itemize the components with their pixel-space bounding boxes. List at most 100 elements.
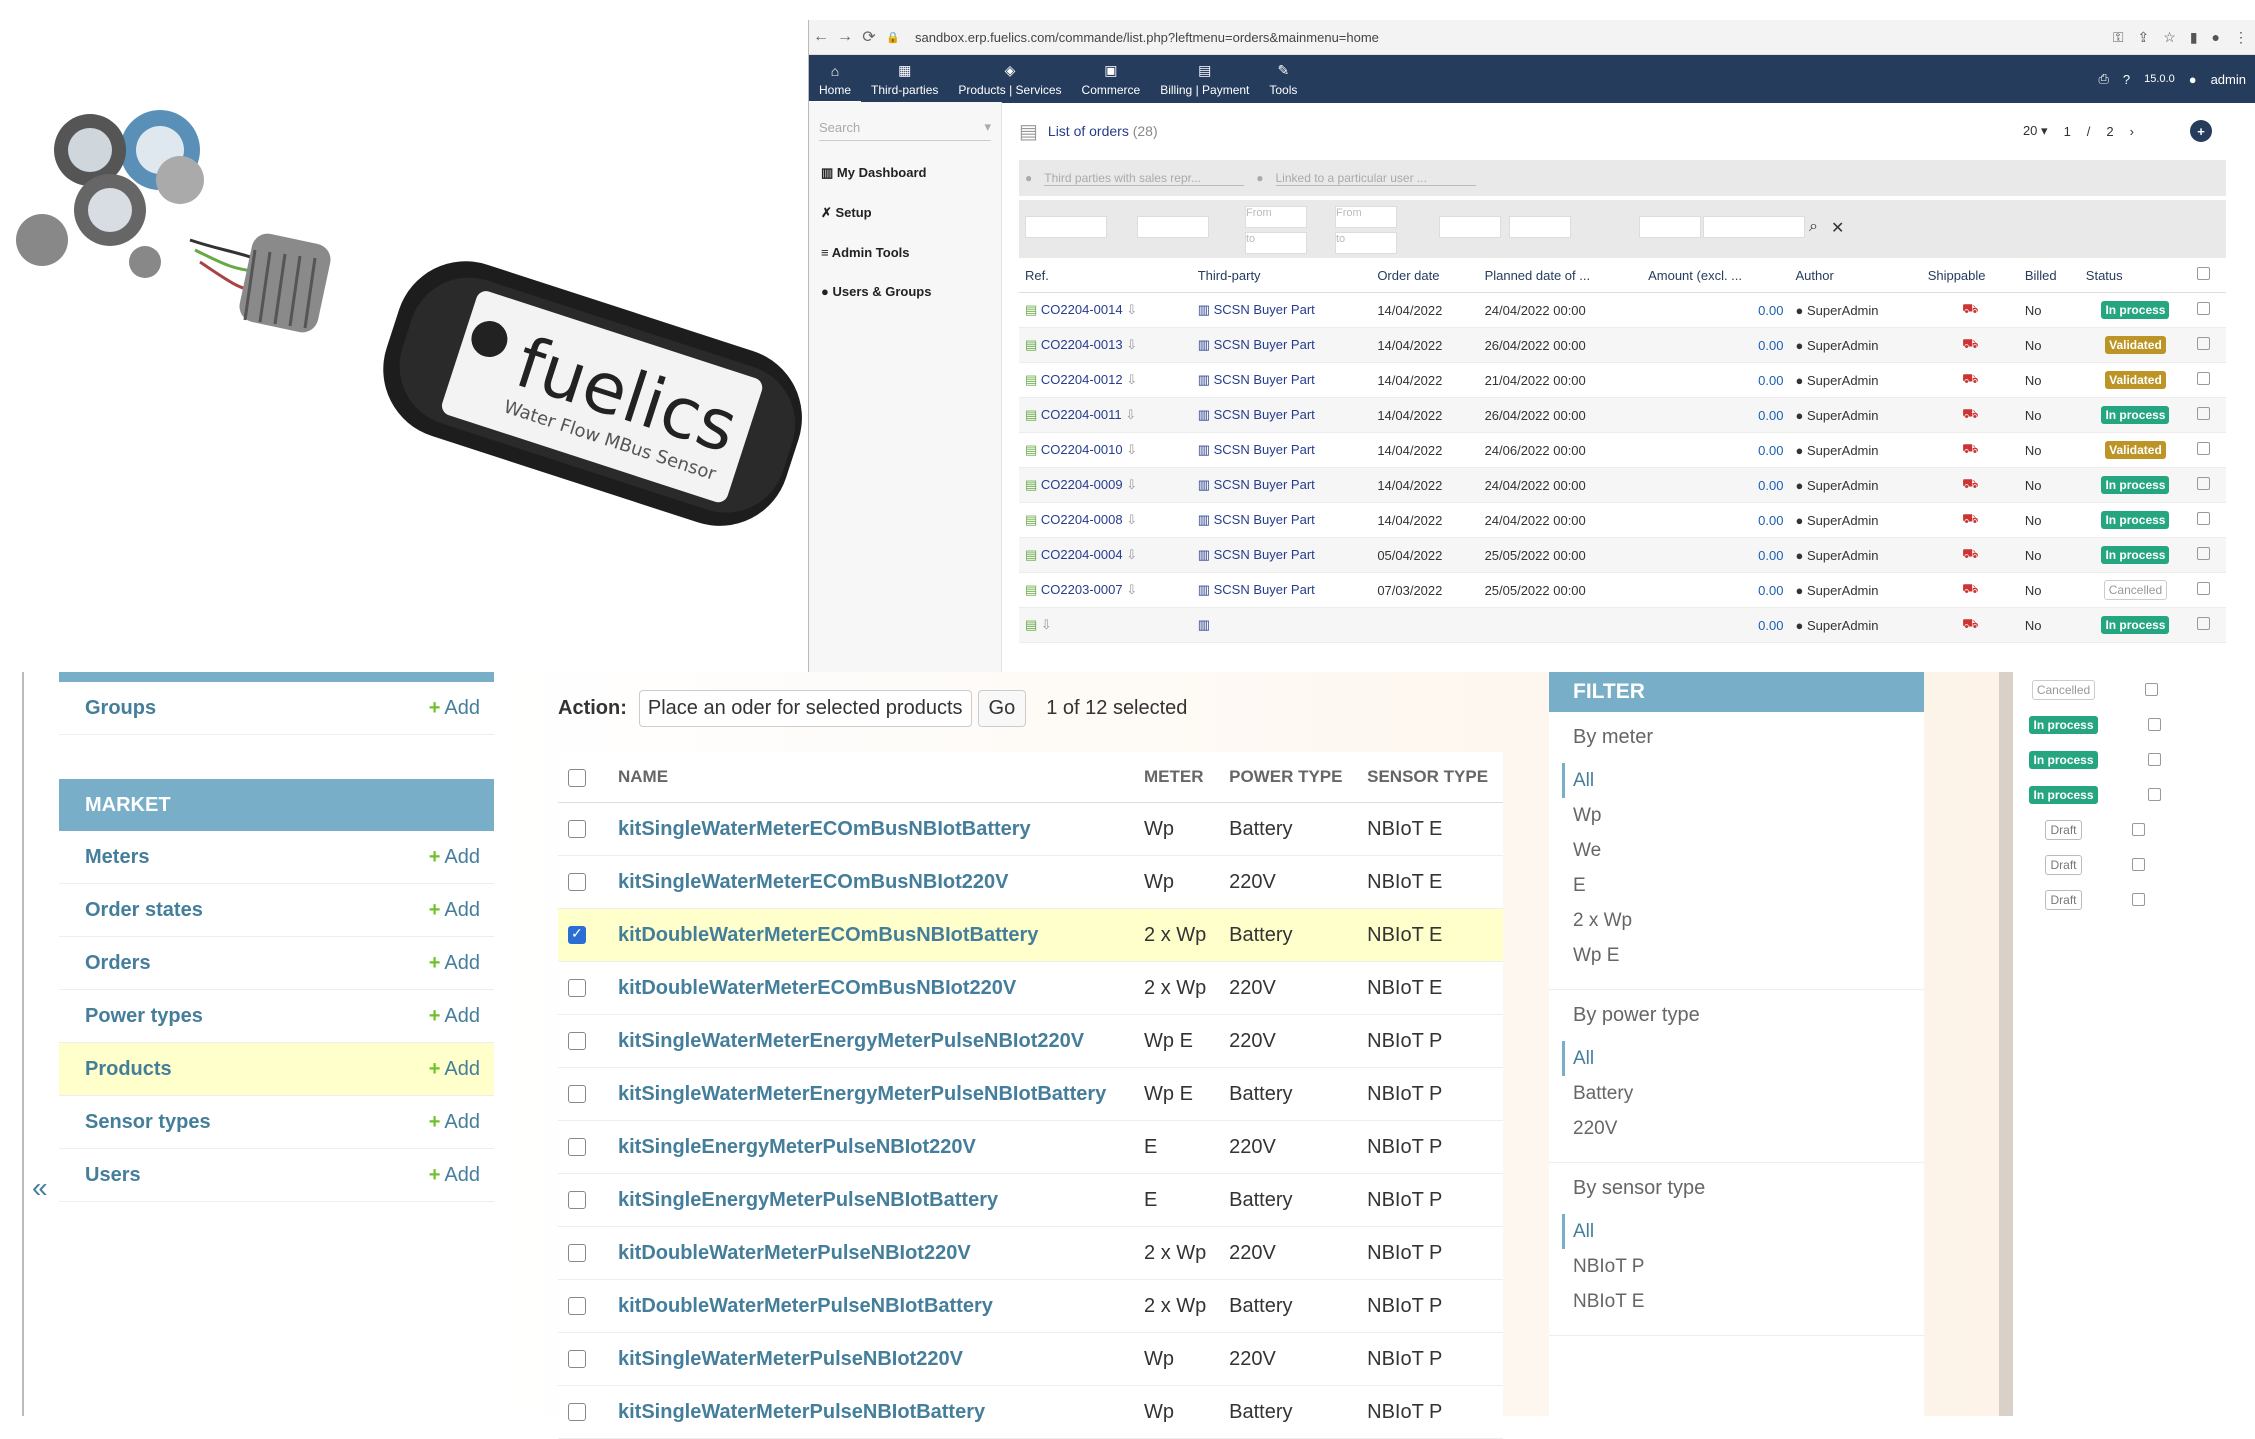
author-link[interactable]: ● SuperAdmin xyxy=(1789,502,1922,538)
page-size-select[interactable]: 20 ▾ xyxy=(2023,123,2048,139)
leftmenu-setup[interactable]: ✗ Setup xyxy=(809,193,1001,233)
planned-from-input[interactable]: From xyxy=(1335,206,1397,228)
row-checkbox[interactable] xyxy=(568,1085,586,1104)
col-power-type[interactable]: POWER TYPE xyxy=(1219,752,1358,803)
product-name-link[interactable]: kitSingleEnergyMeterPulseNBIotBattery xyxy=(608,1173,1135,1227)
row-checkbox[interactable] xyxy=(2197,372,2211,385)
leftmenu-admin-tools[interactable]: ≡ Admin Tools xyxy=(809,233,1001,272)
author-link[interactable]: ● SuperAdmin xyxy=(1789,327,1922,363)
third-party-link[interactable]: ▥ SCSN Buyer Part xyxy=(1191,327,1372,363)
third-party-link[interactable]: ▥ SCSN Buyer Part xyxy=(1191,467,1372,503)
row-checkbox[interactable] xyxy=(568,1138,586,1157)
print-icon[interactable]: ⎙ xyxy=(2098,71,2108,87)
select-all-checkbox[interactable] xyxy=(568,768,586,787)
download-icon[interactable]: ⇩ xyxy=(1126,512,1137,527)
download-icon[interactable]: ⇩ xyxy=(1126,477,1137,492)
product-name-link[interactable]: kitSingleEnergyMeterPulseNBIot220V xyxy=(608,1120,1135,1174)
product-row[interactable]: kitDoubleWaterMeterPulseNBIot220V 2 x Wp 2… xyxy=(558,1226,1503,1280)
third-party-link[interactable]: ▥ SCSN Buyer Part xyxy=(1191,362,1372,398)
row-checkbox[interactable] xyxy=(2197,617,2211,630)
menu-icon[interactable]: ⋮ xyxy=(2234,29,2248,46)
star-icon[interactable]: ☆ xyxy=(2163,29,2176,46)
sidebar-item-products[interactable]: Products + Add xyxy=(59,1043,494,1096)
reload-icon[interactable]: ⟳ xyxy=(857,27,881,47)
third-party-link[interactable]: ▥ SCSN Buyer Part xyxy=(1191,572,1372,608)
row-checkbox[interactable] xyxy=(568,1191,586,1210)
author-link[interactable]: ● SuperAdmin xyxy=(1789,467,1922,503)
product-name-link[interactable]: kitDoubleWaterMeterECOmBusNBIot220V xyxy=(608,961,1135,1015)
order-row[interactable]: ▤ CO2204-0004 ⇩ ▥ SCSN Buyer Part 05/04/20… xyxy=(1019,537,2226,573)
col-meter[interactable]: METER xyxy=(1134,752,1220,803)
author-link[interactable]: ● SuperAdmin xyxy=(1789,432,1922,468)
third-party-link[interactable]: ▥ SCSN Buyer Part xyxy=(1191,537,1372,573)
filter-option[interactable]: All xyxy=(1562,1214,1900,1249)
author-link[interactable]: ● SuperAdmin xyxy=(1789,572,1922,608)
filter-option[interactable]: We xyxy=(1573,833,1900,868)
planned-to-input[interactable]: to xyxy=(1335,232,1397,254)
row-checkbox[interactable] xyxy=(568,873,586,892)
product-name-link[interactable]: kitDoubleWaterMeterECOmBusNBIotBattery xyxy=(608,908,1135,962)
order-row[interactable]: ▤ CO2204-0008 ⇩ ▥ SCSN Buyer Part 14/04/20… xyxy=(1019,502,2226,538)
user-avatar-icon[interactable]: ● xyxy=(2189,72,2197,87)
author-link[interactable]: ● SuperAdmin xyxy=(1789,537,1922,573)
row-checkbox[interactable] xyxy=(568,979,586,998)
go-button[interactable]: Go xyxy=(977,690,1027,727)
third-party-link[interactable]: ▥ SCSN Buyer Part xyxy=(1191,502,1372,538)
share-icon[interactable]: ⇪ xyxy=(2138,29,2150,46)
download-icon[interactable]: ⇩ xyxy=(1126,372,1137,387)
order-row[interactable]: ▤ CO2204-0011 ⇩ ▥ SCSN Buyer Part 14/04/20… xyxy=(1019,397,2226,433)
order-ref-link[interactable]: ▤ CO2204-0012 ⇩ xyxy=(1019,362,1192,398)
sidebar-item-sensor-types[interactable]: Sensor types + Add xyxy=(59,1096,494,1149)
leftmenu-users-groups[interactable]: ● Users & Groups xyxy=(809,272,1001,311)
topnav-commerce[interactable]: ▣ Commerce xyxy=(1072,62,1151,103)
topnav-home[interactable]: ⌂ Home xyxy=(809,63,862,103)
product-name-link[interactable]: kitSingleWaterMeterEnergyMeterPulseNBIot… xyxy=(608,1014,1135,1068)
help-icon[interactable]: ? xyxy=(2123,72,2130,87)
third-party-link[interactable]: ▥ xyxy=(1191,607,1372,643)
col-ref[interactable]: Ref. xyxy=(1019,258,1192,293)
row-checkbox[interactable] xyxy=(2197,337,2211,350)
sidebar-item-meters[interactable]: Meters + Add xyxy=(59,831,494,884)
status-filter-select[interactable] xyxy=(1703,216,1805,238)
col-order-date[interactable]: Order date xyxy=(1371,258,1479,293)
order-row[interactable]: ▤ CO2204-0012 ⇩ ▥ SCSN Buyer Part 14/04/20… xyxy=(1019,362,2226,398)
product-row[interactable]: kitDoubleWaterMeterECOmBusNBIotBattery2 … xyxy=(558,908,1503,962)
order-row[interactable]: ▤ CO2204-0010 ⇩ ▥ SCSN Buyer Part 14/04/20… xyxy=(1019,432,2226,468)
col-amount[interactable]: Amount (excl. ... xyxy=(1642,258,1790,293)
profile-icon[interactable]: ● xyxy=(2212,29,2220,46)
product-name-link[interactable]: kitSingleWaterMeterPulseNBIot220V xyxy=(608,1332,1135,1386)
col-billed[interactable]: Billed xyxy=(2018,258,2080,293)
search-icon[interactable]: ⌕ xyxy=(1809,218,1818,236)
order-ref-link[interactable]: ▤ CO2204-0009 ⇩ xyxy=(1019,467,1192,503)
row-checkbox[interactable] xyxy=(568,820,586,839)
row-checkbox[interactable] xyxy=(2197,442,2211,455)
order-row[interactable]: ▤ CO2203-0007 ⇩ ▥ SCSN Buyer Part 07/03/20… xyxy=(1019,572,2226,608)
back-icon[interactable]: ← xyxy=(809,28,833,46)
sidebar-item-groups[interactable]: Groups + Add xyxy=(59,682,494,735)
forward-icon[interactable]: → xyxy=(833,28,857,46)
product-name-link[interactable]: kitSingleWaterMeterECOmBusNBIotBattery xyxy=(608,802,1135,856)
row-checkbox[interactable] xyxy=(2197,407,2211,420)
add-order-button[interactable]: + xyxy=(2190,120,2212,142)
key-icon[interactable]: ⚿ xyxy=(2113,29,2124,46)
order-ref-link[interactable]: ▤ ⇩ xyxy=(1019,607,1192,643)
collapse-sidebar-button[interactable]: « xyxy=(32,1172,48,1204)
panel-icon[interactable]: ▮ xyxy=(2190,29,2198,46)
add-button[interactable]: + Add xyxy=(429,1058,480,1081)
party-filter-input[interactable] xyxy=(1137,216,1209,238)
download-icon[interactable]: ⇩ xyxy=(1126,302,1137,317)
product-row[interactable]: kitDoubleWaterMeterPulseNBIotBattery 2 x … xyxy=(558,1279,1503,1333)
product-row[interactable]: kitSingleWaterMeterEnergyMeterPulseNBIot… xyxy=(558,1067,1503,1121)
sidebar-item-power-types[interactable]: Power types + Add xyxy=(59,990,494,1043)
third-party-link[interactable]: ▥ SCSN Buyer Part xyxy=(1191,292,1372,328)
sidebar-item-order-states[interactable]: Order states + Add xyxy=(59,884,494,937)
col-author[interactable]: Author xyxy=(1789,258,1922,293)
col-planned-date[interactable]: Planned date of ... xyxy=(1478,258,1643,293)
ref-filter-input[interactable] xyxy=(1025,216,1107,238)
filter-option[interactable]: NBIoT E xyxy=(1573,1284,1900,1319)
download-icon[interactable]: ⇩ xyxy=(1126,337,1137,352)
col-select[interactable] xyxy=(2191,258,2226,293)
order-row[interactable]: ▤ CO2204-0013 ⇩ ▥ SCSN Buyer Part 14/04/20… xyxy=(1019,327,2226,363)
add-groups-button[interactable]: + Add xyxy=(429,697,480,720)
product-row[interactable]: kitSingleEnergyMeterPulseNBIotBattery E Ba… xyxy=(558,1173,1503,1227)
